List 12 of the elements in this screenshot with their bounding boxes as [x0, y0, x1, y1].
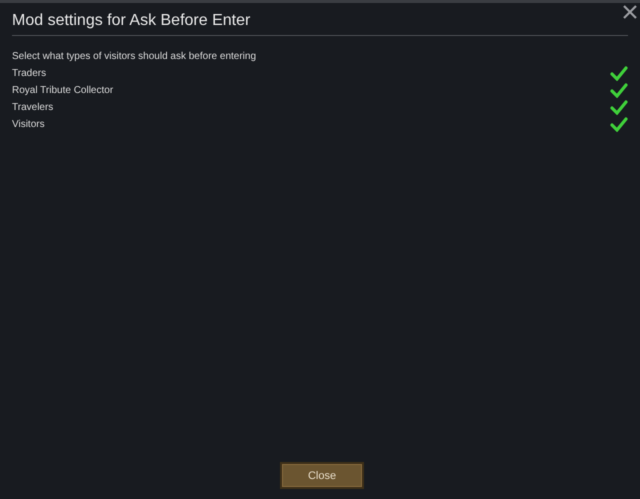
close-button[interactable]: Close	[280, 462, 364, 489]
checkbox[interactable]	[610, 83, 628, 98]
option-label: Visitors	[12, 118, 45, 132]
option-label: Royal Tribute Collector	[12, 84, 114, 98]
option-label: Travelers	[12, 101, 54, 115]
close-icon[interactable]	[623, 5, 637, 19]
checkbox[interactable]	[610, 100, 628, 115]
description-text: Select what types of visitors should ask before entering	[12, 50, 258, 64]
window-title: Mod settings for Ask Before Enter	[12, 11, 252, 31]
checkbox[interactable]	[610, 117, 628, 132]
option-label: Traders	[12, 67, 46, 81]
checkbox[interactable]	[610, 66, 628, 81]
